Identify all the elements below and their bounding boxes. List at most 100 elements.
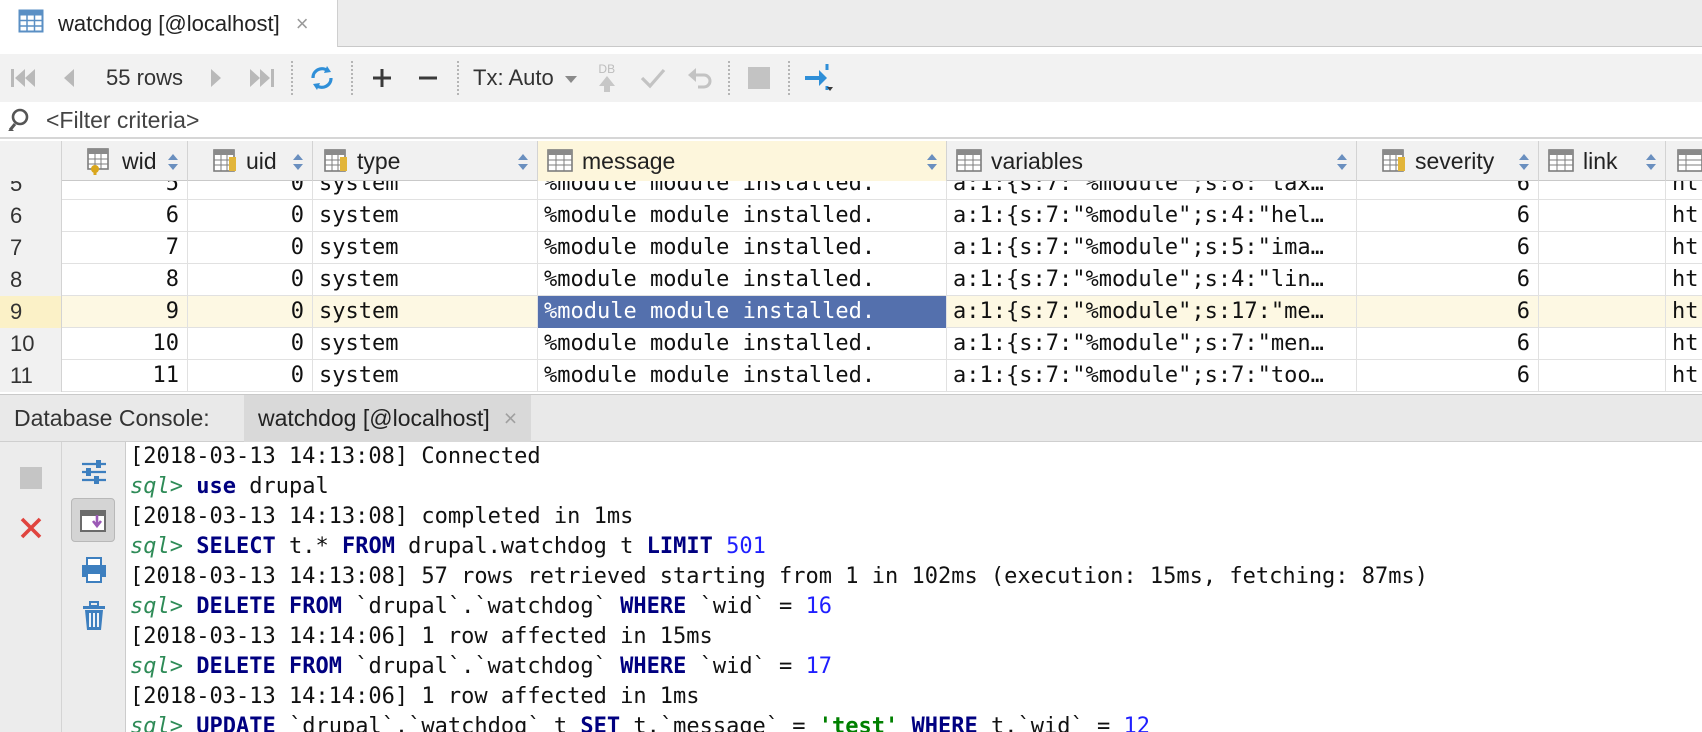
cell-wid[interactable]: 5 — [62, 181, 188, 200]
cell-variables[interactable]: a:1:{s:7:"%module";s:4:"lin… — [947, 264, 1357, 296]
cell-uid[interactable]: 0 — [188, 360, 313, 392]
cell-variables[interactable]: a:1:{s:7:"%module";s:7:"too… — [947, 360, 1357, 392]
last-page-icon[interactable] — [239, 58, 285, 98]
cell-uid[interactable]: 0 — [188, 328, 313, 360]
column-header-location[interactable] — [1666, 141, 1702, 181]
cell-link[interactable] — [1539, 232, 1666, 264]
tab-watchdog[interactable]: watchdog [@localhost] × — [0, 0, 338, 47]
cell-wid[interactable]: 11 — [62, 360, 188, 392]
cell-type[interactable]: system — [313, 360, 538, 392]
column-header-type[interactable]: type — [313, 141, 538, 181]
table-row[interactable]: 9 9 0 system %module module installed. a:1:{s… — [0, 296, 1702, 328]
first-page-icon[interactable] — [0, 58, 46, 98]
sort-icon[interactable] — [1336, 151, 1348, 178]
close-icon[interactable]: × — [296, 11, 309, 37]
cell-uid[interactable]: 0 — [188, 200, 313, 232]
add-row-icon[interactable] — [359, 58, 405, 98]
table-row[interactable]: 8 8 0 system %module module installed. a:1:{s… — [0, 264, 1702, 296]
cell-message[interactable]: %module module installed. — [538, 264, 947, 296]
row-number[interactable]: 7 — [0, 232, 62, 264]
table-row[interactable]: 7 7 0 system %module module installed. a:1:{s… — [0, 232, 1702, 264]
sort-icon[interactable] — [517, 151, 529, 178]
close-icon[interactable] — [9, 506, 53, 550]
cell-location[interactable]: ht — [1666, 264, 1702, 296]
cell-location[interactable]: ht — [1666, 232, 1702, 264]
cell-type[interactable]: system — [313, 232, 538, 264]
row-number[interactable]: 11 — [0, 360, 62, 392]
cell-type[interactable]: system — [313, 328, 538, 360]
cell-wid[interactable]: 8 — [62, 264, 188, 296]
cell-uid[interactable]: 0 — [188, 232, 313, 264]
row-number[interactable]: 10 — [0, 328, 62, 360]
cell-wid[interactable]: 10 — [62, 328, 188, 360]
cell-variables[interactable]: a:1:{s:7:"%module";s:8:"tax… — [947, 181, 1357, 200]
scroll-to-end-icon[interactable] — [71, 498, 115, 542]
cell-type[interactable]: system — [313, 296, 538, 328]
sort-icon[interactable] — [292, 151, 304, 178]
next-page-icon[interactable] — [193, 58, 239, 98]
cell-link[interactable] — [1539, 181, 1666, 200]
trash-icon[interactable] — [72, 594, 116, 638]
cell-variables[interactable]: a:1:{s:7:"%module";s:7:"men… — [947, 328, 1357, 360]
cell-message[interactable]: %module module installed. — [538, 328, 947, 360]
cell-message[interactable]: %module module installed. — [538, 181, 947, 200]
cell-severity[interactable]: 6 — [1357, 264, 1539, 296]
cell-severity[interactable]: 6 — [1357, 232, 1539, 264]
search-icon[interactable] — [0, 107, 44, 133]
cell-variables[interactable]: a:1:{s:7:"%module";s:5:"ima… — [947, 232, 1357, 264]
cell-wid[interactable]: 9 — [62, 296, 188, 328]
rollback-icon[interactable] — [676, 58, 722, 98]
cell-variables[interactable]: a:1:{s:7:"%module";s:17:"me… — [947, 296, 1357, 328]
cell-link[interactable] — [1539, 360, 1666, 392]
close-icon[interactable]: × — [504, 405, 517, 432]
cell-severity[interactable]: 6 — [1357, 200, 1539, 232]
settings-sliders-icon[interactable] — [72, 450, 116, 494]
cell-link[interactable] — [1539, 328, 1666, 360]
cell-link[interactable] — [1539, 296, 1666, 328]
cell-variables[interactable]: a:1:{s:7:"%module";s:4:"hel… — [947, 200, 1357, 232]
row-number[interactable]: 6 — [0, 200, 62, 232]
filter-input[interactable]: <Filter criteria> — [46, 107, 199, 134]
cell-location[interactable]: ht — [1666, 296, 1702, 328]
prev-page-icon[interactable] — [46, 58, 92, 98]
column-header-uid[interactable]: uid — [188, 141, 313, 181]
reload-icon[interactable] — [299, 58, 345, 98]
cell-location[interactable]: ht — [1666, 360, 1702, 392]
column-header-severity[interactable]: severity — [1357, 141, 1539, 181]
row-number[interactable]: 9 — [0, 296, 62, 328]
cell-severity[interactable]: 6 — [1357, 360, 1539, 392]
console-output[interactable]: [2018-03-13 14:13:08] Connected sql> use … — [128, 442, 1702, 732]
cell-message[interactable]: %module module installed. — [538, 360, 947, 392]
cell-wid[interactable]: 6 — [62, 200, 188, 232]
compare-icon[interactable] — [796, 58, 842, 98]
commit-icon[interactable] — [630, 58, 676, 98]
submit-db-icon[interactable]: DB — [584, 58, 630, 98]
cell-type[interactable]: system — [313, 264, 538, 296]
stop-icon[interactable] — [9, 456, 53, 500]
row-number[interactable]: 5 — [0, 181, 62, 200]
cell-severity[interactable]: 6 — [1357, 296, 1539, 328]
cell-location[interactable]: ht — [1666, 200, 1702, 232]
delete-row-icon[interactable] — [405, 58, 451, 98]
cell-link[interactable] — [1539, 264, 1666, 296]
column-header-message[interactable]: message — [538, 141, 947, 181]
cell-wid[interactable]: 7 — [62, 232, 188, 264]
row-number[interactable]: 8 — [0, 264, 62, 296]
cell-message[interactable]: %module module installed. — [538, 296, 947, 328]
cell-message[interactable]: %module module installed. — [538, 200, 947, 232]
cell-link[interactable] — [1539, 200, 1666, 232]
print-icon[interactable] — [72, 548, 116, 592]
cell-message[interactable]: %module module installed. — [538, 232, 947, 264]
cell-uid[interactable]: 0 — [188, 264, 313, 296]
column-header-variables[interactable]: variables — [947, 141, 1357, 181]
sort-icon[interactable] — [1518, 151, 1530, 178]
table-row[interactable]: 10 10 0 system %module module installed. a:1:… — [0, 328, 1702, 360]
column-header-wid[interactable]: wid — [62, 141, 188, 181]
cell-type[interactable]: system — [313, 200, 538, 232]
table-row[interactable]: 11 11 0 system %module module installed. a:1:… — [0, 360, 1702, 392]
cell-uid[interactable]: 0 — [188, 296, 313, 328]
tx-mode-dropdown[interactable]: Tx: Auto — [465, 65, 584, 91]
stop-icon[interactable] — [736, 58, 782, 98]
table-row[interactable]: 6 6 0 system %module module installed. a:1:{s… — [0, 200, 1702, 232]
cell-uid[interactable]: 0 — [188, 181, 313, 200]
